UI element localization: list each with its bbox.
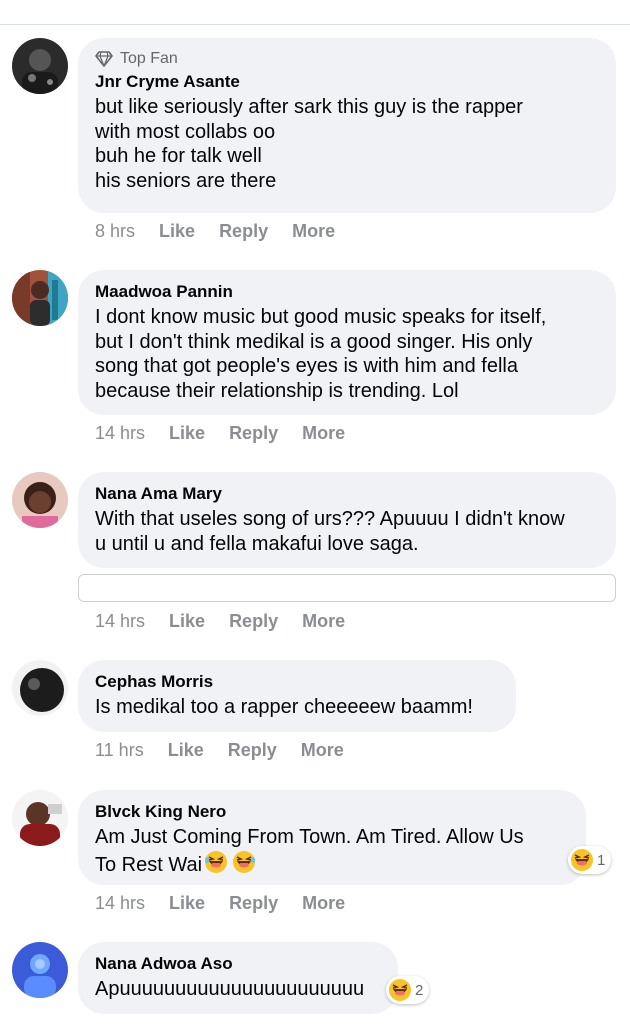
commenter-name[interactable]: Jnr Cryme Asante [95,71,599,93]
reaction-count: 2 [415,981,424,999]
like-button[interactable]: Like [168,739,204,761]
comment-bubble: Nana Adwoa Aso Apuuuuuuuuuuuuuuuuuuuuuu [78,942,398,1014]
top-fan-badge: Top Fan [95,49,599,69]
comment-bubble: Blvck King Nero Am Just Coming From Town… [78,790,586,885]
comment-text: Apuuuuuuuuuuuuuuuuuuuuuu [95,978,365,1000]
like-button[interactable]: Like [159,220,195,242]
reply-button[interactable]: Reply [229,892,278,914]
comment-text: With that useles song of urs??? Apuuuu I… [95,508,565,555]
reply-button[interactable]: Reply [228,739,277,761]
like-button[interactable]: Like [169,610,205,632]
top-divider [0,24,630,25]
like-button[interactable]: Like [169,892,205,914]
reply-button[interactable]: Reply [219,220,268,242]
commenter-name[interactable]: Blvck King Nero [95,801,569,823]
avatar[interactable] [12,38,68,94]
reply-input[interactable] [78,574,616,602]
avatar[interactable] [12,472,68,528]
laughing-emoji-icon [389,979,411,1001]
laughing-emoji-icon [205,850,228,873]
reply-button[interactable]: Reply [229,422,278,444]
comment-text-body: Am Just Coming From Town. Am Tired. Allo… [95,826,524,876]
comment-text: I dont know music but good music speaks … [95,306,547,402]
more-button[interactable]: More [292,220,335,242]
comment-time[interactable]: 14 hrs [95,610,145,632]
comment-actions: 8 hrs Like Reply More [95,220,359,242]
comment-bubble: Top Fan Jnr Cryme Asante but like seriou… [78,38,616,213]
avatar[interactable] [12,942,68,998]
comment-time[interactable]: 8 hrs [95,220,135,242]
commenter-name[interactable]: Nana Adwoa Aso [95,953,381,975]
commenter-name[interactable]: Maadwoa Pannin [95,281,599,303]
comment-bubble: Cephas Morris Is medikal too a rapper ch… [78,660,516,732]
reply-button[interactable]: Reply [229,610,278,632]
commenter-name[interactable]: Nana Ama Mary [95,483,599,505]
comment-bubble: Nana Ama Mary With that useles song of u… [78,472,616,568]
laughing-emoji-icon [571,849,593,871]
reaction-badge[interactable]: 1 [568,846,612,874]
comment-actions: 14 hrs Like Reply More [95,892,369,914]
laughing-emoji-icon [233,850,256,873]
comment-actions: 11 hrs Like Reply More [95,739,368,761]
comment-text: but like seriously after sark this guy i… [95,96,523,192]
more-button[interactable]: More [302,610,345,632]
badge-label: Top Fan [120,50,178,67]
reaction-badge[interactable]: 2 [386,976,430,1004]
comment-actions: 14 hrs Like Reply More [95,610,369,632]
comment-bubble: Maadwoa Pannin I dont know music but goo… [78,270,616,415]
more-button[interactable]: More [302,892,345,914]
comment-time[interactable]: 14 hrs [95,422,145,444]
comment-text: Is medikal too a rapper cheeeeew baamm! [95,696,473,718]
more-button[interactable]: More [301,739,344,761]
avatar[interactable] [12,270,68,326]
more-button[interactable]: More [302,422,345,444]
commenter-name[interactable]: Cephas Morris [95,671,499,693]
like-button[interactable]: Like [169,422,205,444]
comment-text: Am Just Coming From Town. Am Tired. Allo… [95,825,569,877]
comment-time[interactable]: 14 hrs [95,892,145,914]
reaction-count: 1 [597,851,606,869]
diamond-icon [95,51,113,67]
avatar[interactable] [12,660,68,716]
avatar[interactable] [12,790,68,846]
comment-time[interactable]: 11 hrs [95,739,144,761]
comment-actions: 14 hrs Like Reply More [95,422,369,444]
